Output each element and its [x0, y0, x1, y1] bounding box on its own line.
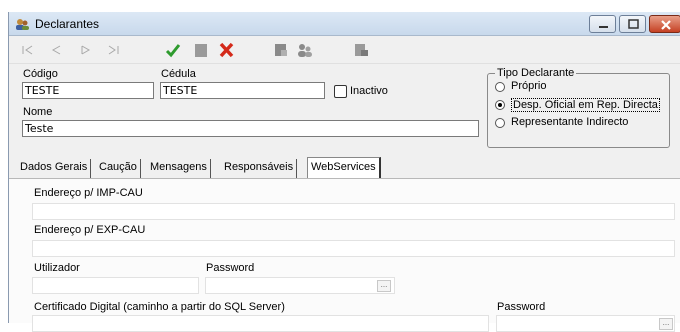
tab-responsaveis[interactable]: Responsáveis	[221, 159, 298, 178]
utilizador-label: Utilizador	[34, 262, 80, 274]
imp-cau-label: Endereço p/ IMP-CAU	[34, 187, 143, 199]
cancel-x-icon[interactable]	[217, 41, 235, 59]
cert-password-label: Password	[497, 301, 546, 313]
maximize-button[interactable]	[619, 15, 646, 33]
cedula-label: Cédula	[161, 68, 196, 80]
minimize-icon	[599, 26, 608, 28]
radio-proprio-label: Próprio	[511, 80, 547, 92]
title-bar[interactable]: Declarantes	[9, 12, 680, 36]
close-icon	[661, 20, 671, 30]
codigo-field[interactable]: TESTE	[22, 82, 154, 99]
nome-label: Nome	[23, 106, 53, 118]
inactivo-label: Inactivo	[350, 85, 388, 97]
minimize-button[interactable]	[589, 15, 616, 33]
users-icon[interactable]	[296, 41, 314, 59]
tab-strip: Dados Gerais Caução Mensagens Responsáve…	[9, 157, 680, 178]
nav-first-icon[interactable]	[19, 41, 37, 59]
save-icon[interactable]	[192, 41, 210, 59]
window-title: Declarantes	[35, 17, 100, 31]
imp-cau-field[interactable]	[32, 203, 675, 220]
close-button[interactable]	[649, 15, 680, 33]
webservices-panel: Endereço p/ IMP-CAU Endereço p/ EXP-CAU …	[9, 178, 680, 332]
password-label: Password	[206, 262, 255, 274]
tab-dados-gerais[interactable]: Dados Gerais	[17, 159, 92, 178]
print-icon[interactable]	[272, 41, 290, 59]
radio-desp-oficial-label: Desp. Oficial em Rep. Directa	[511, 98, 660, 112]
certificado-label: Certificado Digital (caminho a partir do…	[34, 301, 285, 313]
nav-prev-icon[interactable]	[47, 41, 65, 59]
exp-cau-label: Endereço p/ EXP-CAU	[34, 224, 146, 236]
password-ellipsis-button[interactable]: ...	[377, 280, 391, 292]
certificado-field[interactable]	[32, 315, 489, 332]
declarantes-app-icon	[16, 19, 29, 30]
nav-last-icon[interactable]	[105, 41, 123, 59]
radio-desp-oficial[interactable]	[495, 100, 505, 110]
confirm-check-icon[interactable]	[164, 41, 182, 59]
password-field[interactable]	[205, 277, 395, 294]
cert-password-ellipsis-button[interactable]: ...	[659, 318, 673, 330]
tab-mensagens[interactable]: Mensagens	[147, 159, 211, 178]
codigo-label: Código	[23, 68, 58, 80]
cedula-field[interactable]: TESTE	[160, 82, 325, 99]
declarantes-window: Declarantes Código TESTE Cédula TESTE In…	[8, 12, 680, 332]
radio-representante-label: Representante Indirecto	[511, 116, 629, 128]
tab-webservices[interactable]: WebServices	[307, 157, 381, 178]
tab-caucao[interactable]: Caução	[96, 159, 141, 178]
inactivo-checkbox[interactable]	[334, 85, 347, 98]
radio-proprio[interactable]	[495, 82, 505, 92]
radio-representante[interactable]	[495, 118, 505, 128]
exp-cau-field[interactable]	[32, 240, 675, 257]
tipo-declarante-title: Tipo Declarante	[495, 67, 577, 79]
toolbar	[9, 36, 680, 64]
utilizador-field[interactable]	[32, 277, 199, 294]
export-icon[interactable]	[352, 41, 370, 59]
nav-next-icon[interactable]	[77, 41, 95, 59]
cert-password-field[interactable]	[496, 315, 675, 332]
maximize-icon	[628, 19, 639, 29]
nome-field[interactable]: Teste	[22, 120, 479, 137]
